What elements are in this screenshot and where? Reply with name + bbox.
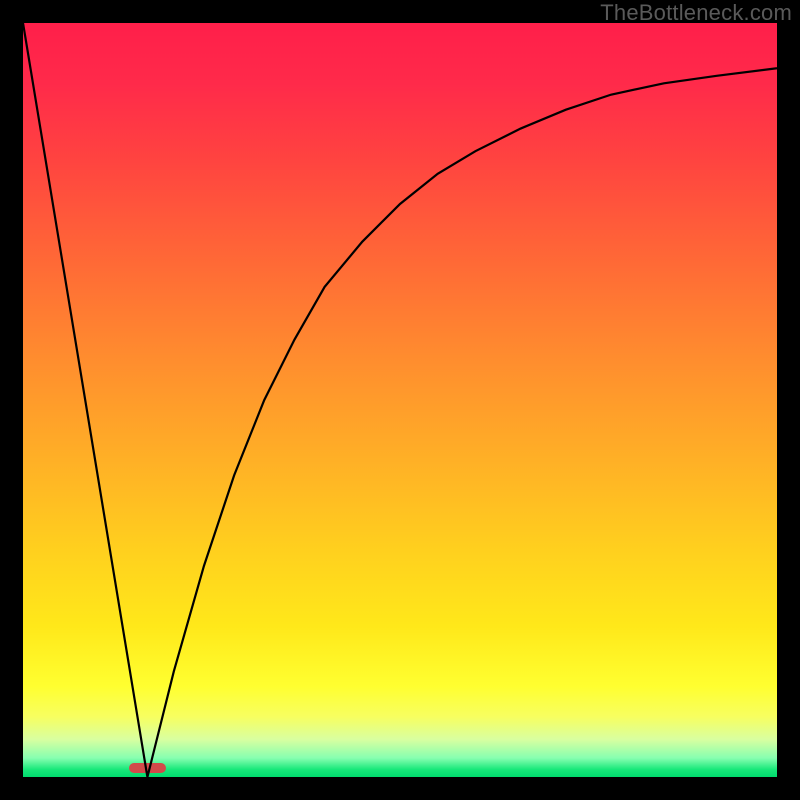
bottom-marker [129,763,167,773]
curve-layer [23,23,777,777]
bottom-marker-layer [23,23,777,777]
watermark-text: TheBottleneck.com [600,0,792,26]
chart-frame: TheBottleneck.com [0,0,800,800]
chart-curve [23,23,777,777]
plot-area [23,23,777,777]
